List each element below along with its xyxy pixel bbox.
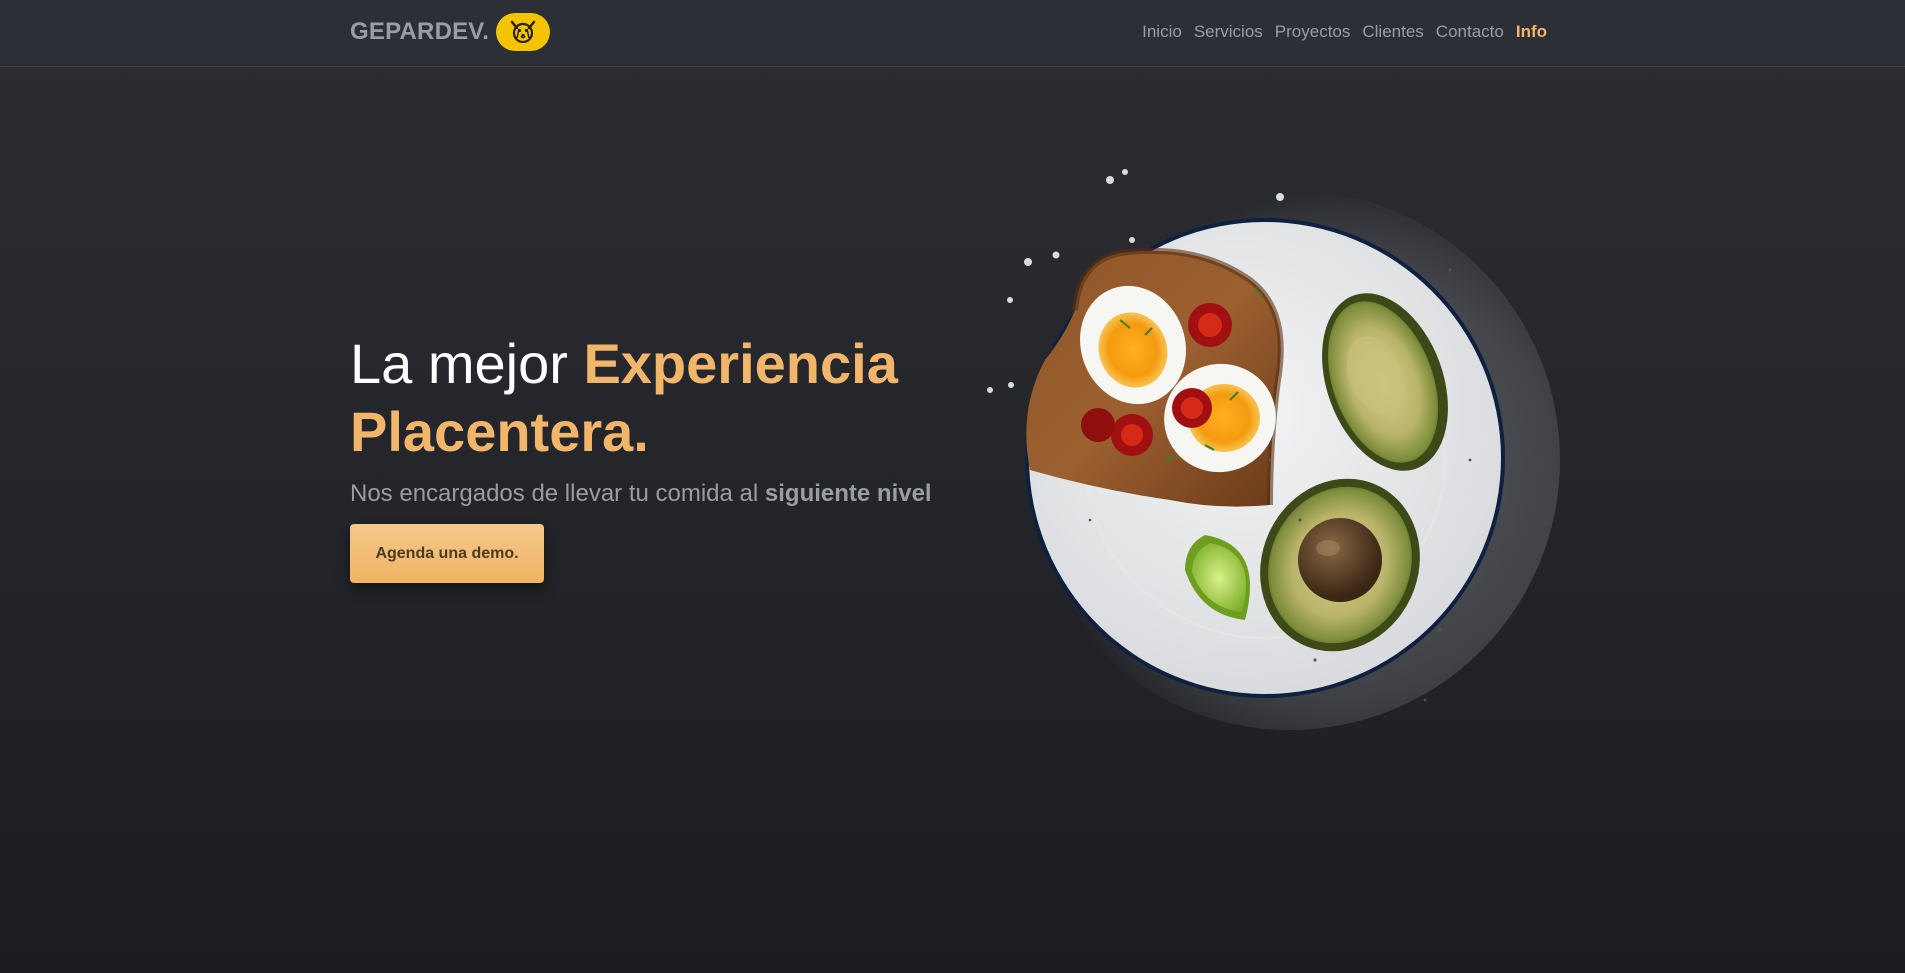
brand-link[interactable]: GEPARDEV.: [350, 13, 551, 51]
hero-title-highlight-1: Experiencia: [583, 332, 898, 395]
hero-subtitle-bold: siguiente nivel: [764, 480, 932, 507]
top-navbar: GEPARDEV. Inicio Servicios Proyectos Cli…: [0, 0, 1905, 67]
nav-menu: Inicio Servicios Proyectos Clientes Cont…: [1130, 22, 1547, 42]
hero-title-plain: La mejor: [350, 332, 584, 395]
hero-title-highlight-2: Placentera.: [350, 400, 649, 463]
schedule-demo-button[interactable]: Agenda una demo.: [350, 524, 544, 583]
brand-name: GEPARDEV.: [350, 18, 490, 45]
nav-link-servicios[interactable]: Servicios: [1194, 22, 1263, 42]
hero-subtitle-plain: Nos encargados de llevar tu comida al: [350, 480, 765, 507]
hero-title: La mejor Experiencia Placentera.: [350, 330, 950, 466]
hero-section: La mejor Experiencia Placentera. Nos enca…: [350, 330, 950, 583]
nav-link-info[interactable]: Info: [1516, 22, 1547, 42]
nav-link-inicio[interactable]: Inicio: [1142, 22, 1182, 42]
nav-link-clientes[interactable]: Clientes: [1362, 22, 1423, 42]
hero-subtitle: Nos encargados de llevar tu comida al si…: [350, 480, 950, 508]
nav-link-contacto[interactable]: Contacto: [1436, 22, 1504, 42]
nav-link-proyectos[interactable]: Proyectos: [1275, 22, 1351, 42]
hero-food-image: [970, 160, 1560, 750]
cheetah-face-icon: [496, 13, 551, 51]
